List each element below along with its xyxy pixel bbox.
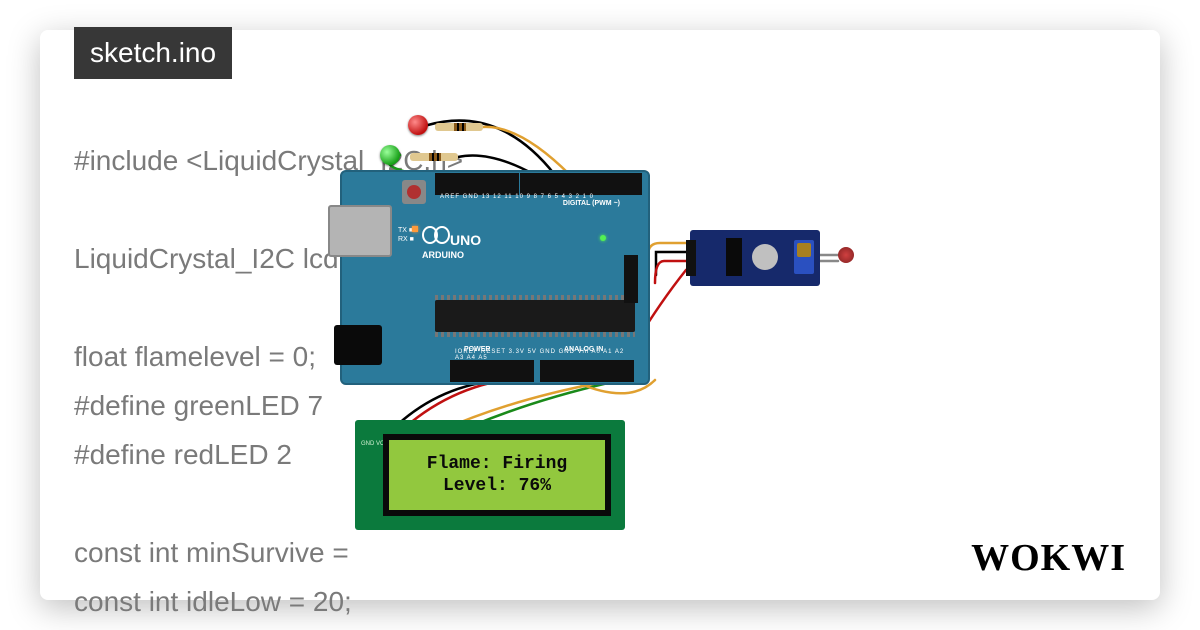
analog-label: ANALOG IN <box>564 346 603 353</box>
header-bot-right <box>540 360 634 382</box>
preview-card: sketch.ino #include <LiquidCrystal_I2C.h… <box>40 30 1160 600</box>
reset-button[interactable] <box>402 180 426 204</box>
arduino-uno[interactable]: AREF GND 13 12 11 10 9 8 7 6 5 4 3 2 1 0… <box>340 170 650 385</box>
resistor-1 <box>435 123 483 131</box>
wokwi-logo: WOKWI <box>971 536 1126 580</box>
file-tab[interactable]: sketch.ino <box>74 27 232 79</box>
header-top-right <box>520 173 642 195</box>
power-label: POWER <box>464 346 490 353</box>
flame-sensor-diode <box>838 247 854 263</box>
flame-sensor-module[interactable] <box>690 230 820 286</box>
sensor-pins <box>686 240 696 276</box>
tx-led-icon <box>412 226 418 232</box>
usb-port <box>328 205 392 257</box>
atmega-chip <box>435 300 635 332</box>
sensor-potentiometer[interactable] <box>752 244 778 270</box>
ldr-leads <box>823 254 838 256</box>
board-name: UNO <box>450 232 481 248</box>
digital-label: DIGITAL (PWM ~) <box>563 200 620 207</box>
resistor-2 <box>410 153 458 161</box>
led-red <box>408 115 428 135</box>
sensor-ic <box>726 238 742 276</box>
power-led-icon <box>600 235 606 241</box>
arduino-logo-icon <box>422 226 450 246</box>
led-green <box>380 145 400 165</box>
power-jack <box>334 325 382 365</box>
icsp-header <box>624 255 638 303</box>
lcd-screen: Flame: Firing Level: 76% <box>383 434 611 516</box>
header-bot-left <box>450 360 534 382</box>
board-brand: ARDUINO <box>422 250 464 260</box>
header-top-left <box>435 173 519 195</box>
lcd-1602[interactable]: GND VCC SDA SCL Flame: Firing Level: 76% <box>355 420 625 530</box>
circuit-diagram: AREF GND 13 12 11 10 9 8 7 6 5 4 3 2 1 0… <box>260 115 880 535</box>
sensor-trimmer[interactable] <box>794 240 814 274</box>
lcd-line-1: Flame: Firing <box>427 453 567 476</box>
lcd-line-2: Level: 76% <box>443 475 551 498</box>
